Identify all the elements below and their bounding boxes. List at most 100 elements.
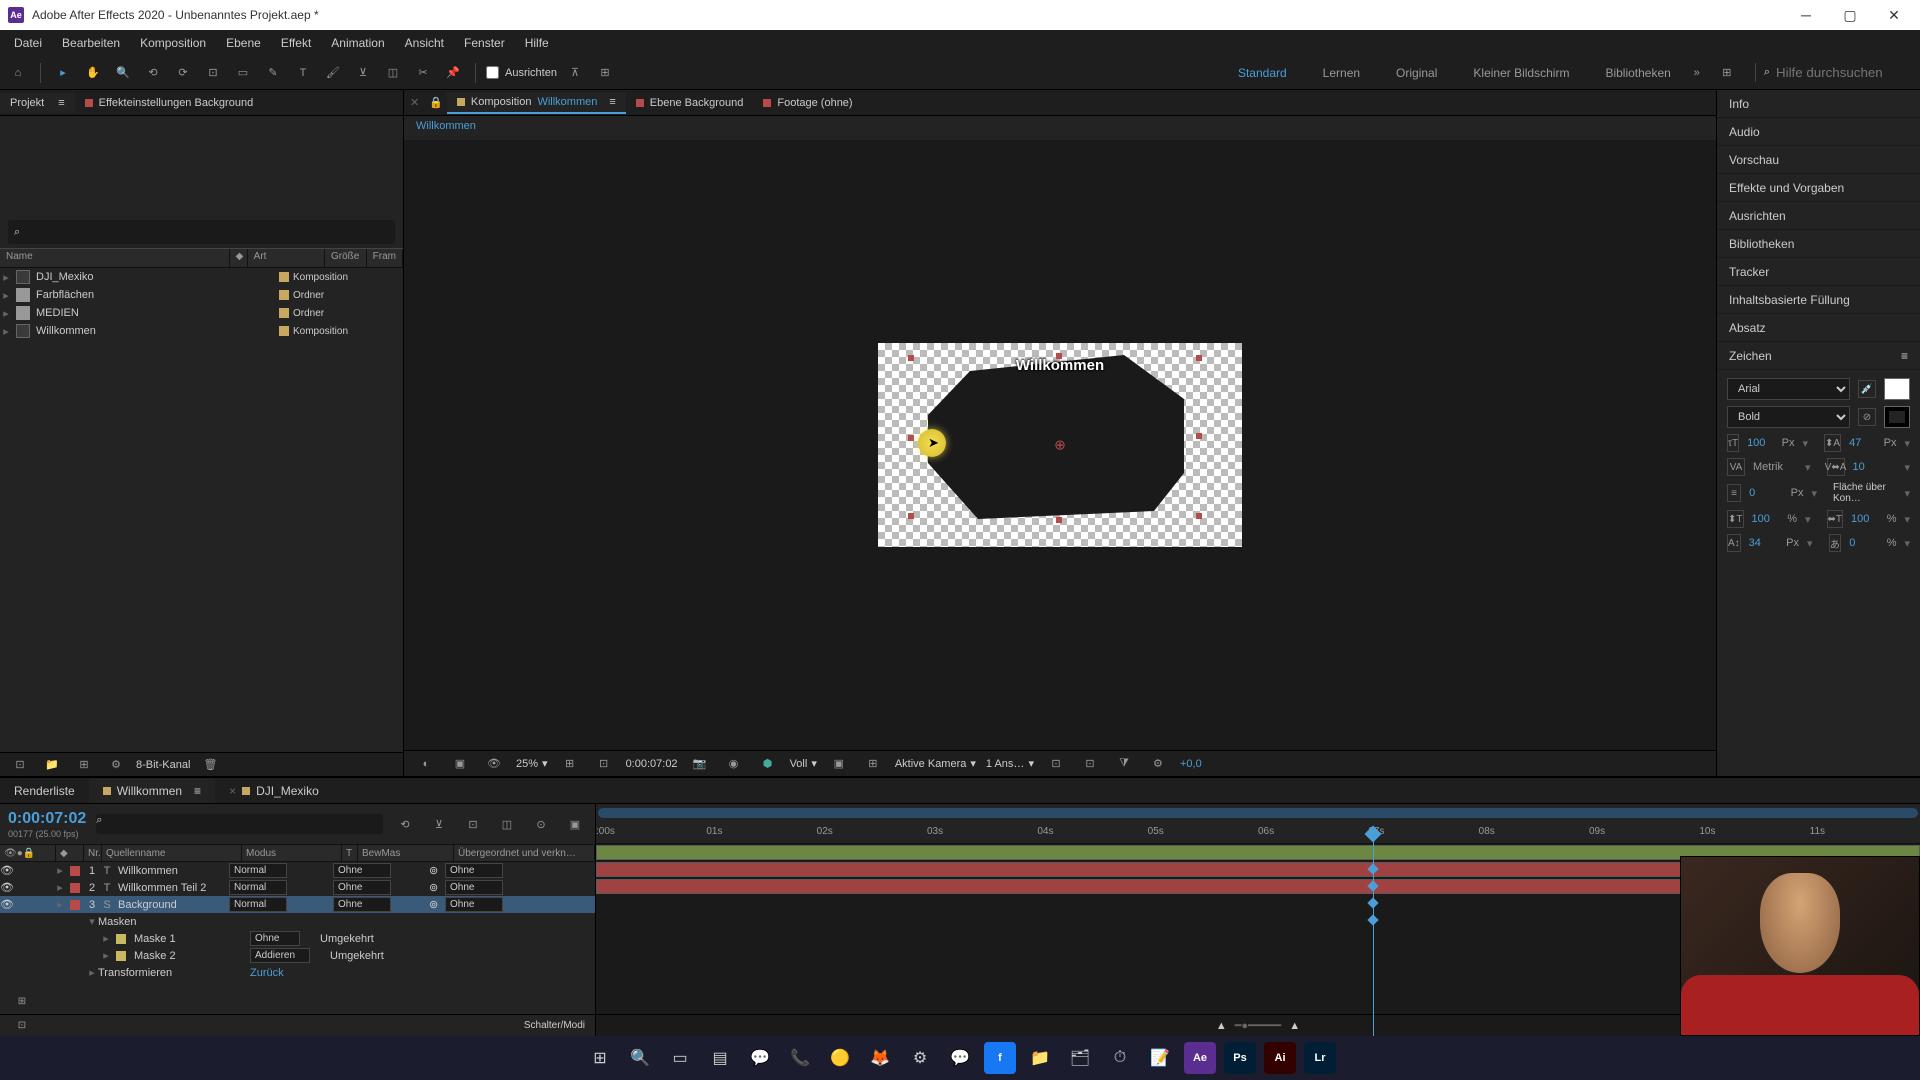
project-tab[interactable]: Effekteinstellungen Background <box>75 93 264 113</box>
layer-row[interactable]: 👁▸3SBackgroundNormalOhne⊚Ohne <box>0 896 595 913</box>
menu-bearbeiten[interactable]: Bearbeiten <box>52 32 130 54</box>
project-item[interactable]: ▸WillkommenKomposition <box>0 322 403 340</box>
new-folder-icon[interactable]: 📁 <box>40 753 64 777</box>
menu-animation[interactable]: Animation <box>321 32 394 54</box>
workspace-lernen[interactable]: Lernen <box>1315 62 1368 84</box>
col-size[interactable]: Größe <box>325 249 367 267</box>
transparent-icon[interactable]: ⊞ <box>861 752 885 776</box>
rotate-tool[interactable]: ⟳ <box>171 61 195 85</box>
puppet-tool[interactable]: 📌 <box>441 61 465 85</box>
interpret-icon[interactable]: ⊡ <box>8 753 32 777</box>
settings-icon[interactable]: ⚙ <box>104 753 128 777</box>
comp-tab[interactable]: Ebene Background <box>626 93 754 113</box>
project-item[interactable]: ▸DJI_MexikoKomposition <box>0 268 403 286</box>
comp-viewer[interactable]: ⊕ Willkommen ➤ <box>404 140 1716 750</box>
menu-hilfe[interactable]: Hilfe <box>515 32 559 54</box>
toggle-channel-icon[interactable]: ▣ <box>448 752 472 776</box>
tl-col-parent[interactable]: Übergeordnet und verkn… <box>454 845 595 861</box>
tl-op5-icon[interactable]: ⊙ <box>529 812 553 836</box>
stroke-color-swatch[interactable] <box>1884 406 1910 428</box>
taskbar-icon[interactable]: ▤ <box>704 1042 736 1074</box>
switches-modes-label[interactable]: Schalter/Modi <box>524 1020 585 1031</box>
taskbar-icon[interactable]: Ai <box>1264 1042 1296 1074</box>
col-type[interactable]: Art <box>248 249 325 267</box>
tl-col-mode[interactable]: Modus <box>242 845 342 861</box>
panel-item-inhaltsbasierte-füllung[interactable]: Inhaltsbasierte Füllung <box>1717 286 1920 314</box>
panel-item-bibliotheken[interactable]: Bibliotheken <box>1717 230 1920 258</box>
tl-toggle1-icon[interactable]: ⊞ <box>10 990 34 1014</box>
new-comp-icon[interactable]: ⊞ <box>72 753 96 777</box>
mask-handle[interactable] <box>1056 517 1062 523</box>
workspace-standard[interactable]: Standard <box>1230 62 1295 84</box>
eyedropper-icon[interactable]: 💉 <box>1858 380 1876 398</box>
menu-effekt[interactable]: Effekt <box>271 32 321 54</box>
camera-dropdown[interactable]: Aktive Kamera ▾ <box>895 757 976 770</box>
rect-tool[interactable]: ▭ <box>231 61 255 85</box>
mask-handle[interactable] <box>908 513 914 519</box>
work-area-bar[interactable] <box>598 808 1918 818</box>
mask-row[interactable]: ▸Maske 2AddierenUmgekehrt <box>0 947 595 964</box>
minimize-button[interactable]: ─ <box>1788 0 1824 30</box>
resolution-dropdown[interactable]: Voll ▾ <box>790 757 817 770</box>
menu-komposition[interactable]: Komposition <box>130 32 216 54</box>
layer-row[interactable]: 👁▸2TWillkommen Teil 2NormalOhne⊚Ohne <box>0 879 595 896</box>
font-style-select[interactable]: Bold <box>1727 406 1850 428</box>
v3-icon[interactable]: ⧩ <box>1112 752 1136 776</box>
taskbar-icon[interactable]: 📁 <box>1024 1042 1056 1074</box>
vscale-value[interactable]: 100 <box>1752 513 1780 525</box>
align-checkbox[interactable] <box>486 66 499 79</box>
project-search[interactable]: ⌕ <box>8 220 395 244</box>
col-fr[interactable]: Fram <box>367 249 403 267</box>
brush-tool[interactable]: 🖌 <box>321 61 345 85</box>
bit-depth-label[interactable]: 8-Bit-Kanal <box>136 759 190 771</box>
stroke-order[interactable]: Fläche über Kon… <box>1833 482 1896 504</box>
stroke-width-value[interactable]: 0 <box>1749 487 1782 499</box>
timeline-tab[interactable]: ×DJI_Mexiko <box>215 779 333 803</box>
nofill-icon[interactable]: ⊘ <box>1858 408 1876 426</box>
taskbar-icon[interactable]: 🗂 <box>1064 1042 1096 1074</box>
workspace-grid-icon[interactable]: ⊞ <box>1715 61 1739 85</box>
zoom-in-icon[interactable]: ▲ <box>1289 1020 1300 1032</box>
mask-handle[interactable] <box>1196 355 1202 361</box>
panel-item-vorschau[interactable]: Vorschau <box>1717 146 1920 174</box>
zoom-dropdown[interactable]: 25% ▾ <box>516 757 548 770</box>
close-button[interactable]: ✕ <box>1876 0 1912 30</box>
comp-tab[interactable]: KompositionWillkommen≡ <box>447 92 626 114</box>
taskbar-icon[interactable]: 📞 <box>784 1042 816 1074</box>
taskbar-icon[interactable]: 💬 <box>944 1042 976 1074</box>
panel-item-audio[interactable]: Audio <box>1717 118 1920 146</box>
taskbar-icon[interactable]: Ps <box>1224 1042 1256 1074</box>
help-search-input[interactable] <box>1776 65 1906 80</box>
tsume-value[interactable]: 0 <box>1849 537 1878 549</box>
mask-handle[interactable] <box>908 435 914 441</box>
character-panel-title[interactable]: Zeichen <box>1729 349 1772 363</box>
panel-item-effekte-und-vorgaben[interactable]: Effekte und Vorgaben <box>1717 174 1920 202</box>
tl-col-t[interactable]: T <box>342 845 358 861</box>
zoom-tool[interactable]: 🔍 <box>111 61 135 85</box>
font-size-value[interactable]: 100 <box>1747 437 1774 449</box>
comp-tab-close-icon[interactable]: ✕ <box>404 96 425 109</box>
workspace-bibliotheken[interactable]: Bibliotheken <box>1597 62 1678 84</box>
views-dropdown[interactable]: 1 Ans… ▾ <box>986 757 1034 770</box>
baseline-value[interactable]: 34 <box>1749 537 1778 549</box>
orbit-tool[interactable]: ⟲ <box>141 61 165 85</box>
grid-icon[interactable]: ⊞ <box>558 752 582 776</box>
tl-op6-icon[interactable]: ▣ <box>563 812 587 836</box>
v1-icon[interactable]: ⊡ <box>1044 752 1068 776</box>
taskbar-icon[interactable]: 📝 <box>1144 1042 1176 1074</box>
toggle-mask-icon[interactable]: 👁 <box>482 752 506 776</box>
col-label-icon[interactable]: ◆ <box>230 249 248 267</box>
panel-item-tracker[interactable]: Tracker <box>1717 258 1920 286</box>
mask-handle[interactable] <box>1196 513 1202 519</box>
snap-options-icon[interactable]: ⊞ <box>593 61 617 85</box>
taskbar-icon[interactable]: f <box>984 1042 1016 1074</box>
exposure-value[interactable]: +0,0 <box>1180 758 1202 770</box>
transform-group[interactable]: ▸TransformierenZurück <box>0 964 595 981</box>
text-tool[interactable]: T <box>291 61 315 85</box>
roi-icon[interactable]: ▣ <box>827 752 851 776</box>
mask-handle[interactable] <box>1196 433 1202 439</box>
workspace-kleiner bildschirm[interactable]: Kleiner Bildschirm <box>1465 62 1577 84</box>
kerning-value[interactable]: Metrik <box>1753 461 1797 473</box>
taskbar-icon[interactable]: ⊞ <box>584 1042 616 1074</box>
timeline-search[interactable]: ⌕ <box>96 814 383 834</box>
